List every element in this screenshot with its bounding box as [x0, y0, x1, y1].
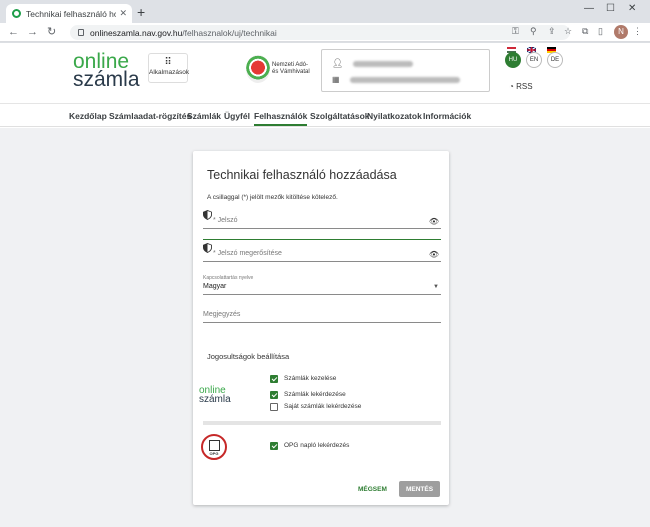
apps-label: Alkalmazások: [149, 69, 190, 76]
opg-icon-text: OPG: [209, 451, 219, 456]
extensions-icon[interactable]: ⧉: [582, 26, 588, 37]
user-name-redacted: [353, 60, 414, 67]
lang-de-button[interactable]: DE: [547, 52, 563, 68]
apps-grid-icon: ⠿: [164, 57, 172, 68]
rss-icon: ◔: [509, 82, 514, 91]
forward-icon[interactable]: →: [27, 25, 38, 39]
lock-icon: [78, 29, 84, 36]
key-icon[interactable]: ⚿: [512, 26, 519, 37]
site-logo[interactable]: online számla: [73, 51, 140, 90]
permission-label: Saját számlák lekérdezése: [284, 403, 362, 410]
permission-label: OPG napló lekérdezés: [284, 442, 350, 449]
show-password-confirm-icon[interactable]: 👁︎: [429, 250, 439, 259]
browser-tab-bar: Technikai felhasználó hozzáadása ✕ + — ☐…: [0, 0, 650, 23]
password-confirm-placeholder: * Jelszó megerősítése: [213, 250, 282, 257]
language-value: Magyar: [203, 283, 227, 290]
password-confirm-field[interactable]: * Jelszó megerősítése 👁︎: [203, 247, 441, 262]
browser-tab[interactable]: Technikai felhasználó hozzáadása ✕: [6, 4, 132, 23]
show-password-icon[interactable]: 👁︎: [429, 217, 439, 226]
focus-underline: [203, 239, 441, 240]
browser-toolbar: ← → ↻ onlineszamla.nav.gov.hu/felhasznal…: [0, 23, 650, 42]
permission-label: Számlák lekérdezése: [284, 391, 346, 398]
onlineszamla-logo: online számla: [199, 385, 231, 405]
main-menu: Kezdőlap Számlaadat-rögzítés Számlák Ügy…: [0, 103, 650, 127]
language-select[interactable]: Magyar ▼: [203, 281, 441, 295]
close-tab-icon[interactable]: ✕: [119, 8, 127, 19]
url-path: /felhasznalok/uj/technikai: [182, 27, 277, 38]
menu-item-felhasznalok[interactable]: Felhasználók: [254, 111, 308, 126]
bookmark-star-icon[interactable]: ☆: [564, 26, 572, 37]
password-field[interactable]: * Jelszó 👁︎: [203, 214, 441, 229]
opg-icon: OPG: [201, 434, 227, 460]
note-field[interactable]: Megjegyzés: [203, 309, 441, 323]
checkbox-szamlak-lekerdezese[interactable]: [270, 391, 278, 399]
checkbox-szamlak-kezelese[interactable]: [270, 375, 278, 383]
required-note: A csillaggal (*) jelölt mezők kitöltése …: [207, 194, 338, 201]
main-content: Technikai felhasználó hozzáadása A csill…: [0, 128, 650, 527]
permissions-title: Jogosultságok beállítása: [207, 352, 290, 361]
menu-item-szolgaltatasok[interactable]: Szolgáltatások: [310, 111, 370, 121]
note-placeholder: Megjegyzés: [203, 311, 241, 318]
company-icon: ▦: [332, 75, 340, 84]
minimize-icon[interactable]: —: [584, 3, 594, 14]
url-host: onlineszamla.nav.gov.hu: [90, 27, 183, 38]
user-icon: 👤︎: [332, 58, 344, 68]
menu-item-nyilatkozatok[interactable]: Nyilatkozatok: [367, 111, 422, 121]
divider: [203, 421, 441, 425]
lang-en-button[interactable]: EN: [526, 52, 542, 68]
nav-emblem-icon: [246, 55, 270, 83]
company-name-redacted: [349, 76, 460, 83]
browser-menu-icon[interactable]: ⋮: [633, 26, 642, 37]
maximize-icon[interactable]: ☐: [606, 3, 615, 14]
page: online számla ⠿ Alkalmazások Nemzeti Adó…: [0, 43, 650, 527]
site-favicon-icon: [12, 9, 21, 18]
close-window-icon[interactable]: ✕: [628, 3, 636, 14]
address-bar[interactable]: onlineszamla.nav.gov.hu/felhasznalok/uj/…: [70, 25, 570, 40]
rss-link[interactable]: ◔ RSS: [509, 82, 533, 91]
share-icon[interactable]: ⇪: [548, 26, 556, 37]
checkbox-opg-naplo-lekerdezes[interactable]: [270, 442, 278, 450]
menu-item-informaciok[interactable]: Információk: [423, 111, 471, 121]
site-header: online számla ⠿ Alkalmazások Nemzeti Adó…: [0, 43, 650, 103]
profile-avatar[interactable]: N: [614, 25, 628, 39]
menu-item-szamlaadat-rogzites[interactable]: Számlaadat-rögzítés: [109, 111, 191, 121]
lang-hu-button[interactable]: HU: [505, 52, 521, 68]
password-placeholder: * Jelszó: [213, 217, 238, 224]
technical-user-form: Technikai felhasználó hozzáadása A csill…: [193, 151, 449, 505]
sidebar-icon[interactable]: ▯: [598, 26, 603, 37]
apps-button[interactable]: ⠿ Alkalmazások: [148, 53, 190, 83]
checkbox-sajat-szamlak-lekerdezese[interactable]: [270, 403, 278, 411]
form-title: Technikai felhasználó hozzáadása: [207, 168, 397, 182]
menu-item-ugyfel[interactable]: Ügyfél: [224, 111, 250, 121]
tab-title: Technikai felhasználó hozzáadása: [26, 8, 117, 19]
back-icon[interactable]: ←: [8, 25, 19, 39]
menu-item-szamlak[interactable]: Számlák: [187, 111, 221, 121]
chevron-down-icon: ▼: [433, 284, 439, 290]
new-tab-icon[interactable]: +: [137, 4, 145, 20]
zoom-icon[interactable]: ⚲: [530, 26, 537, 37]
save-button[interactable]: MENTÉS: [399, 481, 440, 497]
cancel-button[interactable]: MÉGSEM: [358, 486, 387, 493]
reload-icon[interactable]: ↻: [47, 25, 56, 39]
nav-name: Nemzeti Adó- és Vámhivatal: [272, 62, 310, 75]
user-info-box[interactable]: 👤︎ ▦: [321, 49, 490, 92]
menu-item-kezdolap[interactable]: Kezdőlap: [69, 111, 107, 121]
permission-label: Számlák kezelése: [284, 375, 337, 382]
